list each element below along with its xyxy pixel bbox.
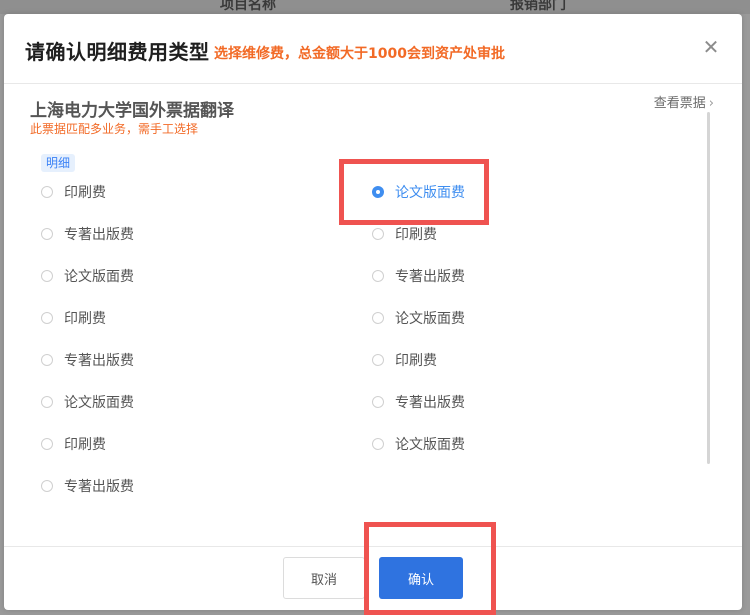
- expense-type-option[interactable]: 印刷费: [372, 349, 437, 371]
- dialog-header: 请确认明细费用类型 选择维修费，总金额大于1000会到资产处审批 ✕: [4, 14, 742, 84]
- option-label: 专著出版费: [64, 227, 134, 243]
- expense-type-option[interactable]: 印刷费: [41, 181, 106, 203]
- expense-type-option[interactable]: 论文版面费: [372, 307, 465, 329]
- radio-button[interactable]: [41, 438, 53, 450]
- option-label: 论文版面费: [64, 395, 134, 411]
- expense-type-option[interactable]: 专著出版费: [41, 349, 134, 371]
- option-label: 印刷费: [395, 227, 437, 243]
- receipt-title: 上海电力大学国外票据翻译: [30, 101, 234, 121]
- radio-button[interactable]: [41, 480, 53, 492]
- scrollbar[interactable]: [707, 112, 710, 464]
- chevron-right-icon: ›: [708, 96, 714, 111]
- dialog-footer: 取消 确认: [4, 546, 742, 610]
- expense-type-option[interactable]: 专著出版费: [372, 265, 465, 287]
- radio-button[interactable]: [41, 354, 53, 366]
- expense-type-option[interactable]: 论文版面费: [41, 265, 134, 287]
- background-column-department: 报销部门: [510, 0, 566, 13]
- receipt-subtitle: 此票据匹配多业务，需手工选择: [30, 122, 199, 136]
- view-receipt-label: 查看票据: [653, 96, 706, 111]
- radio-button[interactable]: [41, 186, 53, 198]
- detail-tag: 明细: [41, 154, 76, 172]
- radio-button[interactable]: [372, 396, 384, 408]
- option-label: 印刷费: [64, 311, 106, 327]
- expense-type-option[interactable]: 印刷费: [41, 307, 106, 329]
- cancel-button[interactable]: 取消: [283, 557, 365, 599]
- background-table-header: 项目名称 报销部门: [0, 0, 750, 14]
- option-label: 专著出版费: [395, 395, 465, 411]
- radio-button[interactable]: [372, 228, 384, 240]
- option-label: 印刷费: [64, 437, 106, 453]
- radio-button[interactable]: [41, 270, 53, 282]
- option-label: 印刷费: [395, 353, 437, 369]
- dialog-hint: 选择维修费，总金额大于1000会到资产处审批: [214, 46, 505, 62]
- radio-button[interactable]: [41, 396, 53, 408]
- expense-type-option[interactable]: 论文版面费: [372, 433, 465, 455]
- expense-type-dialog: 请确认明细费用类型 选择维修费，总金额大于1000会到资产处审批 ✕ 上海电力大…: [4, 14, 742, 610]
- radio-button[interactable]: [372, 354, 384, 366]
- option-label: 专著出版费: [64, 353, 134, 369]
- option-label: 专著出版费: [64, 479, 134, 495]
- radio-button[interactable]: [41, 228, 53, 240]
- radio-button[interactable]: [41, 312, 53, 324]
- expense-type-option[interactable]: 专著出版费: [372, 391, 465, 413]
- option-label: 论文版面费: [395, 437, 465, 453]
- expense-type-option[interactable]: 印刷费: [41, 433, 106, 455]
- option-label: 论文版面费: [395, 311, 465, 327]
- dialog-body: 上海电力大学国外票据翻译 此票据匹配多业务，需手工选择 查看票据 › 明细 印刷费…: [4, 84, 742, 546]
- view-receipt-link[interactable]: 查看票据 ›: [654, 92, 714, 111]
- expense-type-option[interactable]: 论文版面费: [372, 181, 465, 203]
- radio-button[interactable]: [372, 312, 384, 324]
- option-label: 专著出版费: [395, 269, 465, 285]
- confirm-button[interactable]: 确认: [379, 557, 463, 599]
- radio-button[interactable]: [372, 186, 384, 198]
- expense-type-option[interactable]: 印刷费: [372, 223, 437, 245]
- background-column-project-name: 项目名称: [220, 0, 276, 13]
- option-label: 论文版面费: [395, 185, 465, 201]
- expense-type-option[interactable]: 论文版面费: [41, 391, 134, 413]
- expense-type-option[interactable]: 专著出版费: [41, 475, 134, 497]
- close-icon[interactable]: ✕: [700, 36, 722, 58]
- expense-type-option[interactable]: 专著出版费: [41, 223, 134, 245]
- dialog-title: 请确认明细费用类型: [25, 40, 210, 64]
- radio-button[interactable]: [372, 438, 384, 450]
- option-label: 印刷费: [64, 185, 106, 201]
- radio-button[interactable]: [372, 270, 384, 282]
- option-label: 论文版面费: [64, 269, 134, 285]
